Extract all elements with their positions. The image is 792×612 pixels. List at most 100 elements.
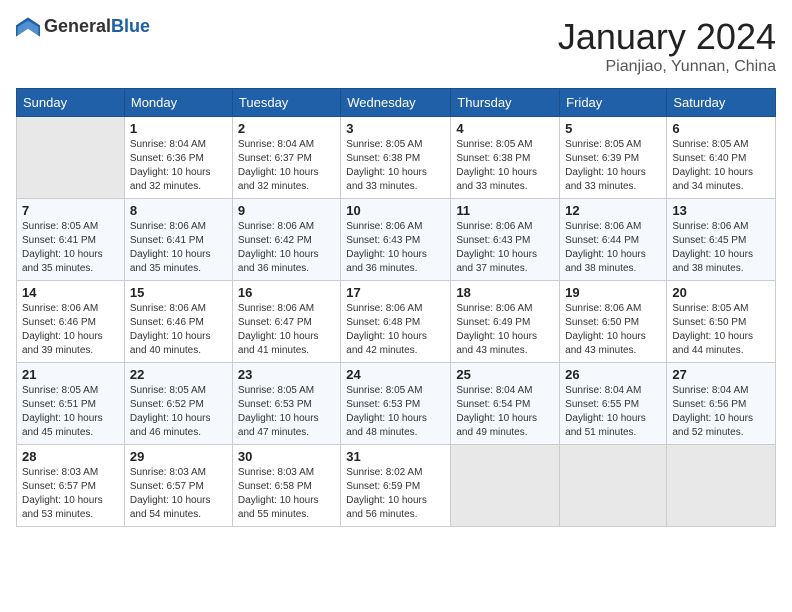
day-info: Sunrise: 8:03 AM Sunset: 6:58 PM Dayligh…	[238, 466, 335, 522]
day-number: 14	[22, 285, 119, 300]
calendar-week-row: 1 Sunrise: 8:04 AM Sunset: 6:36 PM Dayli…	[17, 117, 776, 199]
calendar-week-row: 28 Sunrise: 8:03 AM Sunset: 6:57 PM Dayl…	[17, 445, 776, 527]
calendar-cell: 7 Sunrise: 8:05 AM Sunset: 6:41 PM Dayli…	[17, 199, 125, 281]
weekday-header: Thursday	[451, 89, 560, 117]
calendar-cell: 4 Sunrise: 8:05 AM Sunset: 6:38 PM Dayli…	[451, 117, 560, 199]
day-info: Sunrise: 8:06 AM Sunset: 6:50 PM Dayligh…	[565, 302, 661, 358]
calendar-cell: 25 Sunrise: 8:04 AM Sunset: 6:54 PM Dayl…	[451, 363, 560, 445]
calendar-cell: 18 Sunrise: 8:06 AM Sunset: 6:49 PM Dayl…	[451, 281, 560, 363]
day-number: 24	[346, 367, 445, 382]
day-info: Sunrise: 8:04 AM Sunset: 6:55 PM Dayligh…	[565, 384, 661, 440]
day-info: Sunrise: 8:06 AM Sunset: 6:43 PM Dayligh…	[456, 220, 554, 276]
weekday-header: Monday	[124, 89, 232, 117]
day-info: Sunrise: 8:06 AM Sunset: 6:47 PM Dayligh…	[238, 302, 335, 358]
day-number: 8	[130, 203, 227, 218]
day-number: 6	[672, 121, 770, 136]
weekday-row: SundayMondayTuesdayWednesdayThursdayFrid…	[17, 89, 776, 117]
calendar-cell: 22 Sunrise: 8:05 AM Sunset: 6:52 PM Dayl…	[124, 363, 232, 445]
day-info: Sunrise: 8:04 AM Sunset: 6:37 PM Dayligh…	[238, 138, 335, 194]
calendar-cell: 26 Sunrise: 8:04 AM Sunset: 6:55 PM Dayl…	[560, 363, 667, 445]
title-block: January 2024 Pianjiao, Yunnan, China	[558, 16, 776, 76]
weekday-header: Sunday	[17, 89, 125, 117]
weekday-header: Saturday	[667, 89, 776, 117]
day-number: 9	[238, 203, 335, 218]
page-header: GeneralBlue January 2024 Pianjiao, Yunna…	[16, 16, 776, 76]
day-info: Sunrise: 8:06 AM Sunset: 6:45 PM Dayligh…	[672, 220, 770, 276]
calendar-cell: 23 Sunrise: 8:05 AM Sunset: 6:53 PM Dayl…	[232, 363, 340, 445]
calendar-cell	[667, 445, 776, 527]
calendar-cell: 19 Sunrise: 8:06 AM Sunset: 6:50 PM Dayl…	[560, 281, 667, 363]
logo: GeneralBlue	[16, 16, 150, 37]
day-number: 25	[456, 367, 554, 382]
calendar-cell: 30 Sunrise: 8:03 AM Sunset: 6:58 PM Dayl…	[232, 445, 340, 527]
day-number: 4	[456, 121, 554, 136]
calendar-cell: 31 Sunrise: 8:02 AM Sunset: 6:59 PM Dayl…	[341, 445, 451, 527]
day-info: Sunrise: 8:04 AM Sunset: 6:54 PM Dayligh…	[456, 384, 554, 440]
day-info: Sunrise: 8:06 AM Sunset: 6:44 PM Dayligh…	[565, 220, 661, 276]
day-number: 10	[346, 203, 445, 218]
calendar-cell: 2 Sunrise: 8:04 AM Sunset: 6:37 PM Dayli…	[232, 117, 340, 199]
weekday-header: Tuesday	[232, 89, 340, 117]
calendar-cell: 21 Sunrise: 8:05 AM Sunset: 6:51 PM Dayl…	[17, 363, 125, 445]
calendar-cell	[17, 117, 125, 199]
day-info: Sunrise: 8:03 AM Sunset: 6:57 PM Dayligh…	[130, 466, 227, 522]
day-info: Sunrise: 8:05 AM Sunset: 6:38 PM Dayligh…	[456, 138, 554, 194]
calendar-cell: 16 Sunrise: 8:06 AM Sunset: 6:47 PM Dayl…	[232, 281, 340, 363]
day-info: Sunrise: 8:05 AM Sunset: 6:41 PM Dayligh…	[22, 220, 119, 276]
calendar-cell: 8 Sunrise: 8:06 AM Sunset: 6:41 PM Dayli…	[124, 199, 232, 281]
calendar-week-row: 21 Sunrise: 8:05 AM Sunset: 6:51 PM Dayl…	[17, 363, 776, 445]
day-number: 15	[130, 285, 227, 300]
logo-general: General	[44, 16, 111, 36]
calendar-cell: 11 Sunrise: 8:06 AM Sunset: 6:43 PM Dayl…	[451, 199, 560, 281]
day-number: 13	[672, 203, 770, 218]
day-number: 31	[346, 449, 445, 464]
calendar-cell	[560, 445, 667, 527]
day-number: 16	[238, 285, 335, 300]
calendar-cell: 14 Sunrise: 8:06 AM Sunset: 6:46 PM Dayl…	[17, 281, 125, 363]
calendar-table: SundayMondayTuesdayWednesdayThursdayFrid…	[16, 88, 776, 527]
calendar-header: SundayMondayTuesdayWednesdayThursdayFrid…	[17, 89, 776, 117]
day-info: Sunrise: 8:05 AM Sunset: 6:51 PM Dayligh…	[22, 384, 119, 440]
day-number: 29	[130, 449, 227, 464]
day-info: Sunrise: 8:06 AM Sunset: 6:41 PM Dayligh…	[130, 220, 227, 276]
day-info: Sunrise: 8:05 AM Sunset: 6:53 PM Dayligh…	[346, 384, 445, 440]
calendar-cell: 27 Sunrise: 8:04 AM Sunset: 6:56 PM Dayl…	[667, 363, 776, 445]
calendar-cell: 20 Sunrise: 8:05 AM Sunset: 6:50 PM Dayl…	[667, 281, 776, 363]
day-info: Sunrise: 8:06 AM Sunset: 6:46 PM Dayligh…	[22, 302, 119, 358]
day-number: 21	[22, 367, 119, 382]
day-number: 12	[565, 203, 661, 218]
day-info: Sunrise: 8:06 AM Sunset: 6:48 PM Dayligh…	[346, 302, 445, 358]
day-number: 17	[346, 285, 445, 300]
day-info: Sunrise: 8:05 AM Sunset: 6:53 PM Dayligh…	[238, 384, 335, 440]
calendar-cell: 1 Sunrise: 8:04 AM Sunset: 6:36 PM Dayli…	[124, 117, 232, 199]
day-info: Sunrise: 8:06 AM Sunset: 6:46 PM Dayligh…	[130, 302, 227, 358]
month-title: January 2024	[558, 16, 776, 58]
day-number: 5	[565, 121, 661, 136]
day-number: 26	[565, 367, 661, 382]
day-info: Sunrise: 8:02 AM Sunset: 6:59 PM Dayligh…	[346, 466, 445, 522]
calendar-cell: 12 Sunrise: 8:06 AM Sunset: 6:44 PM Dayl…	[560, 199, 667, 281]
day-number: 28	[22, 449, 119, 464]
day-number: 20	[672, 285, 770, 300]
day-number: 22	[130, 367, 227, 382]
calendar-cell: 15 Sunrise: 8:06 AM Sunset: 6:46 PM Dayl…	[124, 281, 232, 363]
day-info: Sunrise: 8:05 AM Sunset: 6:39 PM Dayligh…	[565, 138, 661, 194]
weekday-header: Wednesday	[341, 89, 451, 117]
day-number: 18	[456, 285, 554, 300]
day-number: 1	[130, 121, 227, 136]
weekday-header: Friday	[560, 89, 667, 117]
calendar-cell: 29 Sunrise: 8:03 AM Sunset: 6:57 PM Dayl…	[124, 445, 232, 527]
day-number: 30	[238, 449, 335, 464]
day-number: 3	[346, 121, 445, 136]
calendar-week-row: 14 Sunrise: 8:06 AM Sunset: 6:46 PM Dayl…	[17, 281, 776, 363]
calendar-cell: 17 Sunrise: 8:06 AM Sunset: 6:48 PM Dayl…	[341, 281, 451, 363]
calendar-cell: 10 Sunrise: 8:06 AM Sunset: 6:43 PM Dayl…	[341, 199, 451, 281]
day-info: Sunrise: 8:06 AM Sunset: 6:42 PM Dayligh…	[238, 220, 335, 276]
calendar-cell: 13 Sunrise: 8:06 AM Sunset: 6:45 PM Dayl…	[667, 199, 776, 281]
day-number: 27	[672, 367, 770, 382]
calendar-cell: 3 Sunrise: 8:05 AM Sunset: 6:38 PM Dayli…	[341, 117, 451, 199]
calendar-cell: 5 Sunrise: 8:05 AM Sunset: 6:39 PM Dayli…	[560, 117, 667, 199]
calendar-cell	[451, 445, 560, 527]
calendar-cell: 6 Sunrise: 8:05 AM Sunset: 6:40 PM Dayli…	[667, 117, 776, 199]
calendar-cell: 9 Sunrise: 8:06 AM Sunset: 6:42 PM Dayli…	[232, 199, 340, 281]
